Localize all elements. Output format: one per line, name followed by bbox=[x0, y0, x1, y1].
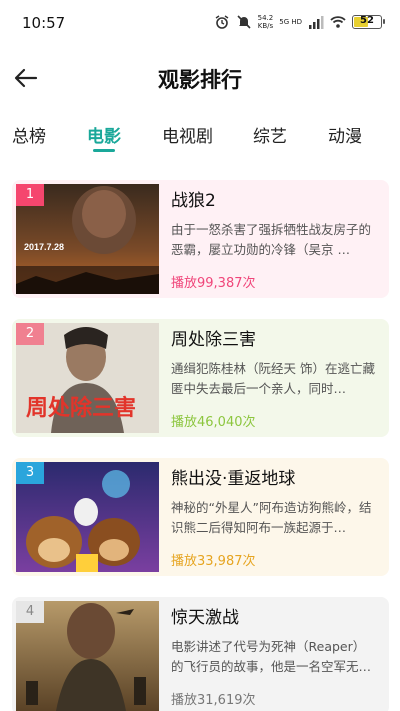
movie-title: 惊天激战 bbox=[171, 608, 239, 628]
tab-active-indicator bbox=[93, 149, 115, 152]
movie-description: 通缉犯陈桂林（阮经天 饰）在逃亡藏匿中失去最后一个亲人，同时… bbox=[171, 361, 375, 396]
signal-icon bbox=[309, 16, 324, 29]
rank-badge: 4 bbox=[16, 601, 44, 623]
movie-title: 周处除三害 bbox=[171, 330, 256, 350]
network-type: 5G HD bbox=[279, 18, 302, 26]
movie-card[interactable]: 周处除三害 2 周处除三害 通缉犯陈桂林（阮经天 饰）在逃亡藏匿中失去最后一个亲… bbox=[12, 319, 389, 437]
tab-movies[interactable]: 电影 bbox=[87, 122, 121, 147]
tab-anime[interactable]: 动漫 bbox=[328, 122, 362, 147]
net-speed: 54.2 KB/s bbox=[257, 14, 274, 30]
tab-variety[interactable]: 综艺 bbox=[253, 122, 287, 147]
category-tabs: 总榜 电影 电视剧 综艺 动漫 bbox=[0, 120, 400, 160]
movie-card[interactable]: 3 熊出没·重返地球 神秘的“外星人”阿布造访狗熊岭，结识熊二后得知阿布一族起源… bbox=[12, 458, 389, 576]
tab-overall[interactable]: 总榜 bbox=[12, 122, 46, 147]
movie-description: 电影讲述了代号为死神（Reaper）的飞行员的故事，他是一名空军无… bbox=[171, 639, 372, 674]
page-title: 观影排行 bbox=[158, 68, 242, 92]
rank-badge: 2 bbox=[16, 323, 44, 345]
movie-title: 熊出没·重返地球 bbox=[171, 469, 296, 489]
movie-description: 由于一怒杀害了强拆牺牲战友房子的恶霸，屡立功勋的冷锋（吴京 … bbox=[171, 222, 372, 257]
rank-badge: 3 bbox=[16, 462, 44, 484]
movie-card[interactable]: 2017.7.28 1 战狼2 由于一怒杀害了强拆牺牲战友房子的恶霸，屡立功勋的… bbox=[12, 180, 389, 298]
play-count: 播放46,040次 bbox=[171, 415, 256, 430]
status-time: 10:57 bbox=[22, 14, 66, 32]
tab-tv-series[interactable]: 电视剧 bbox=[162, 122, 213, 147]
movie-description: 神秘的“外星人”阿布造访狗熊岭，结识熊二后得知阿布一族起源于… bbox=[171, 500, 372, 535]
play-count: 播放33,987次 bbox=[171, 554, 256, 569]
alarm-icon bbox=[215, 15, 229, 29]
movie-card[interactable]: 4 惊天激战 电影讲述了代号为死神（Reaper）的飞行员的故事，他是一名空军无… bbox=[12, 597, 389, 711]
poster-title: 周处除三害 bbox=[26, 395, 136, 421]
movie-title: 战狼2 bbox=[171, 191, 216, 211]
play-count: 播放99,387次 bbox=[171, 276, 256, 291]
poster-date: 2017.7.28 bbox=[24, 242, 64, 252]
rank-badge: 1 bbox=[16, 184, 44, 206]
wifi-icon bbox=[330, 16, 346, 28]
battery-indicator: 52 bbox=[352, 15, 385, 29]
play-count: 播放31,619次 bbox=[171, 693, 256, 708]
mute-icon bbox=[237, 15, 251, 29]
status-icons: 54.2 KB/s 5G HD 52 bbox=[214, 14, 385, 30]
page-header: 观影排行 bbox=[0, 56, 400, 100]
status-bar: 10:57 54.2 KB/s 5G HD 52 bbox=[0, 0, 400, 46]
